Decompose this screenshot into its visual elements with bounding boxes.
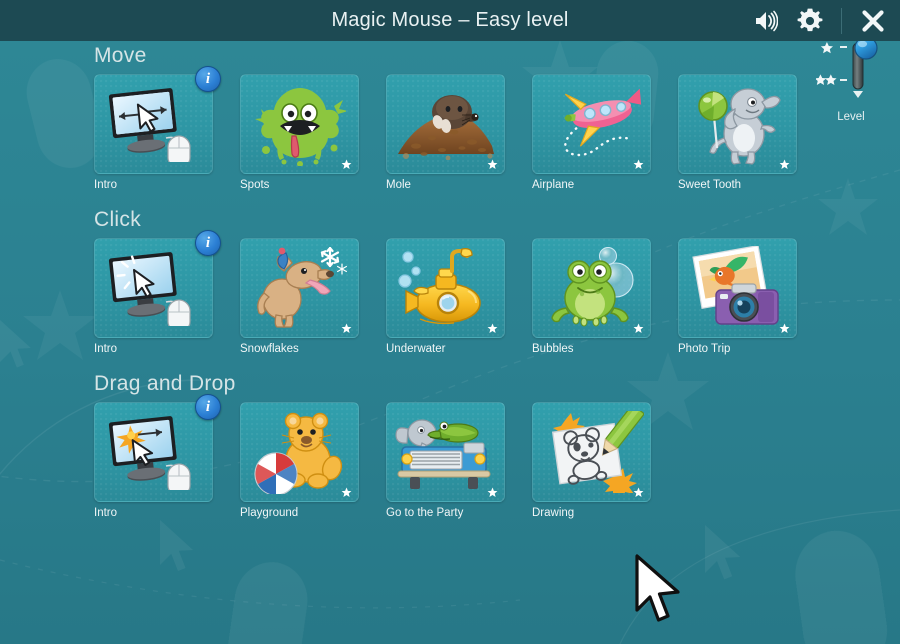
activity-item: i Intro	[94, 394, 221, 519]
star-badge	[487, 157, 498, 169]
star-badge	[633, 321, 644, 333]
gear-icon	[797, 8, 823, 31]
star-badge	[341, 157, 352, 169]
activity-item: Playground	[240, 402, 359, 519]
activity-item: Spots	[240, 74, 359, 191]
star-badge	[633, 485, 644, 497]
activity-illustration	[95, 403, 212, 501]
activity-item: Sweet Tooth	[678, 74, 797, 191]
activity-label: Drawing	[532, 507, 575, 519]
activity-tile-underwater[interactable]	[386, 238, 505, 338]
activity-label: Photo Trip	[678, 343, 731, 355]
activity-label: Mole	[386, 179, 411, 191]
activity-item: i Intro	[94, 66, 221, 191]
activity-tile-intro[interactable]: i	[94, 230, 221, 338]
activity-illustration	[95, 239, 212, 337]
star-icon	[779, 323, 790, 333]
close-icon	[862, 9, 884, 32]
activity-item: Snowflakes	[240, 238, 359, 355]
activity-label: Spots	[240, 179, 270, 191]
star-icon	[633, 159, 644, 169]
activity-label: Go to the Party	[386, 507, 464, 519]
activity-tile-mole[interactable]	[386, 74, 505, 174]
close-button[interactable]	[858, 6, 888, 36]
activity-tile-photo-trip[interactable]	[678, 238, 797, 338]
tile-row: i Intro Spots Mole Airplane Sweet Tooth	[94, 66, 797, 191]
activity-tile-snowflakes[interactable]	[240, 238, 359, 338]
sound-icon	[756, 10, 778, 31]
info-badge[interactable]: i	[195, 394, 221, 420]
section-move: Move i Intro Spots Mole Airplane Sweet T…	[94, 44, 797, 191]
activity-tile-playground[interactable]	[240, 402, 359, 502]
titlebar-separator	[841, 7, 842, 34]
activity-item: Drawing	[532, 402, 651, 519]
star-badge	[779, 321, 790, 333]
settings-button[interactable]	[795, 6, 825, 36]
star-icon	[779, 159, 790, 169]
activity-label: Intro	[94, 507, 118, 519]
activity-label: Snowflakes	[240, 343, 299, 355]
activity-label: Sweet Tooth	[678, 179, 742, 191]
star-badge	[633, 157, 644, 169]
star-badge	[487, 321, 498, 333]
star-badge	[341, 485, 352, 497]
titlebar-actions	[751, 0, 888, 41]
activity-label: Airplane	[532, 179, 575, 191]
info-badge[interactable]: i	[195, 66, 221, 92]
activity-item: Airplane	[532, 74, 651, 191]
star-icon	[633, 487, 644, 497]
section-title: Drag and Drop	[94, 372, 236, 395]
star-badge	[341, 321, 352, 333]
activity-item: Go to the Party	[386, 402, 505, 519]
section-title: Click	[94, 208, 141, 231]
activity-label: Underwater	[386, 343, 446, 355]
activity-label: Intro	[94, 343, 118, 355]
star-badge	[779, 157, 790, 169]
star-icon	[341, 323, 352, 333]
activity-tile-intro[interactable]: i	[94, 66, 221, 174]
star-icon	[633, 323, 644, 333]
activity-illustration	[95, 75, 212, 173]
activity-label: Intro	[94, 179, 118, 191]
activity-label: Playground	[240, 507, 299, 519]
tile-row: i Intro	[94, 394, 651, 519]
activity-tile-airplane[interactable]	[532, 74, 651, 174]
title-bar: Magic Mouse – Easy level	[0, 0, 900, 41]
activity-tile-go-to-the-party[interactable]	[386, 402, 505, 502]
activity-tile-drawing[interactable]	[532, 402, 651, 502]
activity-item: i Intro	[94, 230, 221, 355]
star-badge	[487, 485, 498, 497]
star-icon	[487, 323, 498, 333]
activity-tile-bubbles[interactable]	[532, 238, 651, 338]
section-title: Move	[94, 44, 147, 67]
activity-tile-intro[interactable]: i	[94, 394, 221, 502]
activity-label: Bubbles	[532, 343, 574, 355]
activity-item: Bubbles	[532, 238, 651, 355]
star-icon	[341, 487, 352, 497]
activity-sections: Move i Intro Spots Mole Airplane Sweet T…	[0, 41, 900, 644]
activity-item: Underwater	[386, 238, 505, 355]
star-icon	[487, 487, 498, 497]
activity-tile-spots[interactable]	[240, 74, 359, 174]
star-icon	[487, 159, 498, 169]
activity-tile-sweet-tooth[interactable]	[678, 74, 797, 174]
level-label: Level	[837, 111, 865, 123]
section-click: Click i Intro Snowflakes Underwater Bubb…	[94, 208, 797, 355]
level-slider[interactable]: Level	[814, 28, 886, 123]
tile-row: i Intro	[94, 230, 797, 355]
activity-item: Mole	[386, 74, 505, 191]
star-icon	[341, 159, 352, 169]
info-badge[interactable]: i	[195, 230, 221, 256]
activity-item: Photo Trip	[678, 238, 797, 355]
section-drag-and-drop: Drag and Drop i Intro Playground Go to t…	[94, 372, 651, 519]
sound-button[interactable]	[751, 6, 781, 36]
